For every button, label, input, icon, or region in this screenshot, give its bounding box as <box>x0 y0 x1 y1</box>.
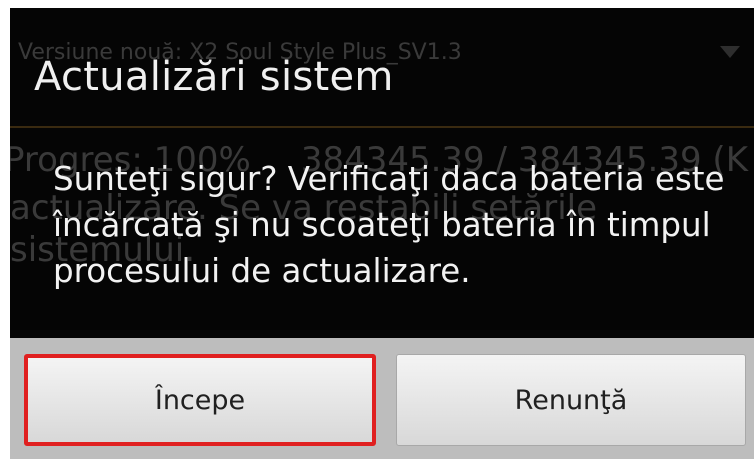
cancel-button[interactable]: Renunţă <box>396 354 746 446</box>
dialog-button-bar: Începe Renunţă <box>10 338 754 459</box>
start-button[interactable]: Începe <box>24 354 376 446</box>
cancel-button-label: Renunţă <box>514 384 628 416</box>
dialog-message: Sunteţi sigur? Verificaţi daca bateria e… <box>53 160 725 290</box>
dialog-title: Actualizări sistem <box>34 54 394 100</box>
start-button-label: Începe <box>154 384 246 416</box>
screen: Versiune nouă: X2 Soul Style Plus_SV1.3 … <box>10 8 754 459</box>
confirm-dialog: Actualizări sistem Sunteţi sigur? Verifi… <box>10 8 754 459</box>
title-divider <box>10 126 754 128</box>
